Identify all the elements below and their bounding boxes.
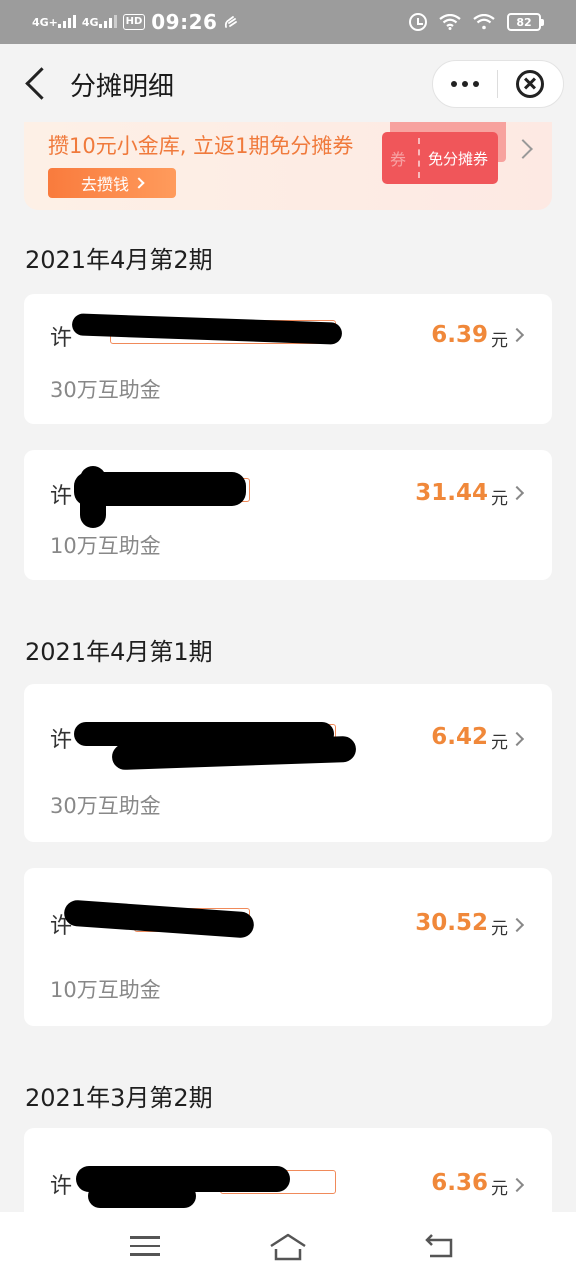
redaction-mark xyxy=(63,899,255,939)
close-icon xyxy=(516,70,545,98)
member-name: 许 xyxy=(50,484,73,509)
redaction-mark xyxy=(88,1184,196,1208)
save-money-button[interactable]: 去攒钱 xyxy=(48,168,176,198)
close-button[interactable] xyxy=(498,61,564,107)
chevron-right-icon xyxy=(509,327,525,343)
amount-unit: 元 xyxy=(491,489,508,509)
promo-text: 攒10元小金库, 立返1期免分摊券 xyxy=(48,134,354,158)
chevron-right-icon xyxy=(513,139,533,159)
amount-unit: 元 xyxy=(491,733,508,753)
chevron-right-icon xyxy=(509,485,525,501)
menu-icon[interactable] xyxy=(130,1236,160,1258)
nav-bar: 分摊明细 xyxy=(0,44,576,122)
amount: 6.42 xyxy=(431,724,488,750)
amount: 31.44 xyxy=(415,480,488,506)
chevron-right-icon xyxy=(133,177,145,189)
chevron-right-icon xyxy=(509,1177,525,1193)
mini-program-capsule xyxy=(432,60,564,108)
system-back-icon[interactable] xyxy=(424,1234,456,1260)
battery-icon: 82 xyxy=(507,13,544,31)
hand-icon xyxy=(225,16,238,28)
battery-level: 82 xyxy=(507,13,541,31)
more-dot-icon xyxy=(450,81,457,87)
coupon-ticket: 券 免分摊券 xyxy=(382,132,498,184)
amount: 6.39 xyxy=(431,322,488,348)
record-card[interactable]: 许 6.36 元 xyxy=(24,1128,552,1212)
status-right: 82 xyxy=(409,13,544,31)
hd-voice-icon: HD xyxy=(122,14,146,30)
save-money-label: 去攒钱 xyxy=(80,175,129,194)
more-dot-icon xyxy=(461,81,468,87)
status-left: 4G+ 4G HD 09:26 xyxy=(32,10,239,34)
amount-unit: 元 xyxy=(491,1179,508,1199)
member-name: 许 xyxy=(50,326,73,351)
page-title: 分摊明细 xyxy=(70,72,175,102)
member-name: 许 xyxy=(50,1174,73,1199)
chevron-right-icon xyxy=(509,917,525,933)
system-nav-bar xyxy=(0,1212,576,1280)
chevron-right-icon xyxy=(509,731,525,747)
signal-4g-plus-icon: 4G+ xyxy=(32,14,76,29)
member-name: 许 xyxy=(50,728,73,753)
coupon-label: 免分摊券 xyxy=(427,149,488,168)
detail-list[interactable]: 攒10元小金库, 立返1期免分摊券 去攒钱 券 免分摊券 2021年4月第2期 … xyxy=(0,122,576,1212)
redaction-mark xyxy=(80,466,106,528)
plan-name: 30万互助金 xyxy=(50,794,161,818)
back-arrow-icon[interactable] xyxy=(22,66,52,100)
period-heading: 2021年3月第2期 xyxy=(25,1084,213,1112)
wifi-icon xyxy=(439,14,461,30)
promo-banner[interactable]: 攒10元小金库, 立返1期免分摊券 去攒钱 券 免分摊券 xyxy=(24,122,552,210)
amount: 30.52 xyxy=(415,910,488,936)
amount-unit: 元 xyxy=(491,919,508,939)
signal-4g-icon: 4G xyxy=(81,14,117,29)
network-type-2: 4G xyxy=(81,15,99,29)
plan-name: 10万互助金 xyxy=(50,978,161,1002)
home-icon[interactable] xyxy=(268,1232,308,1262)
plan-name: 10万互助金 xyxy=(50,534,161,558)
amount: 6.36 xyxy=(431,1170,488,1196)
coupon-stamp: 券 xyxy=(390,150,407,169)
record-card[interactable]: 许 6.39 元 30万互助金 xyxy=(24,294,552,424)
alarm-icon xyxy=(409,13,427,31)
record-card[interactable]: 许 6.42 元 30万互助金 xyxy=(24,684,552,842)
period-heading: 2021年4月第2期 xyxy=(25,246,213,274)
clock: 09:26 xyxy=(151,10,218,34)
status-bar: 4G+ 4G HD 09:26 82 xyxy=(0,0,576,44)
record-card[interactable]: 许 30.52 元 10万互助金 xyxy=(24,868,552,1026)
period-heading: 2021年4月第1期 xyxy=(25,638,213,666)
record-card[interactable]: 许 31.44 元 10万互助金 xyxy=(24,450,552,580)
amount-unit: 元 xyxy=(491,331,508,351)
wifi-secondary-icon xyxy=(473,14,495,30)
more-dot-icon xyxy=(472,81,479,87)
plan-name: 30万互助金 xyxy=(50,378,161,402)
more-button[interactable] xyxy=(433,61,497,107)
network-type-1: 4G+ xyxy=(32,15,58,29)
coupon-perforation xyxy=(418,138,420,178)
